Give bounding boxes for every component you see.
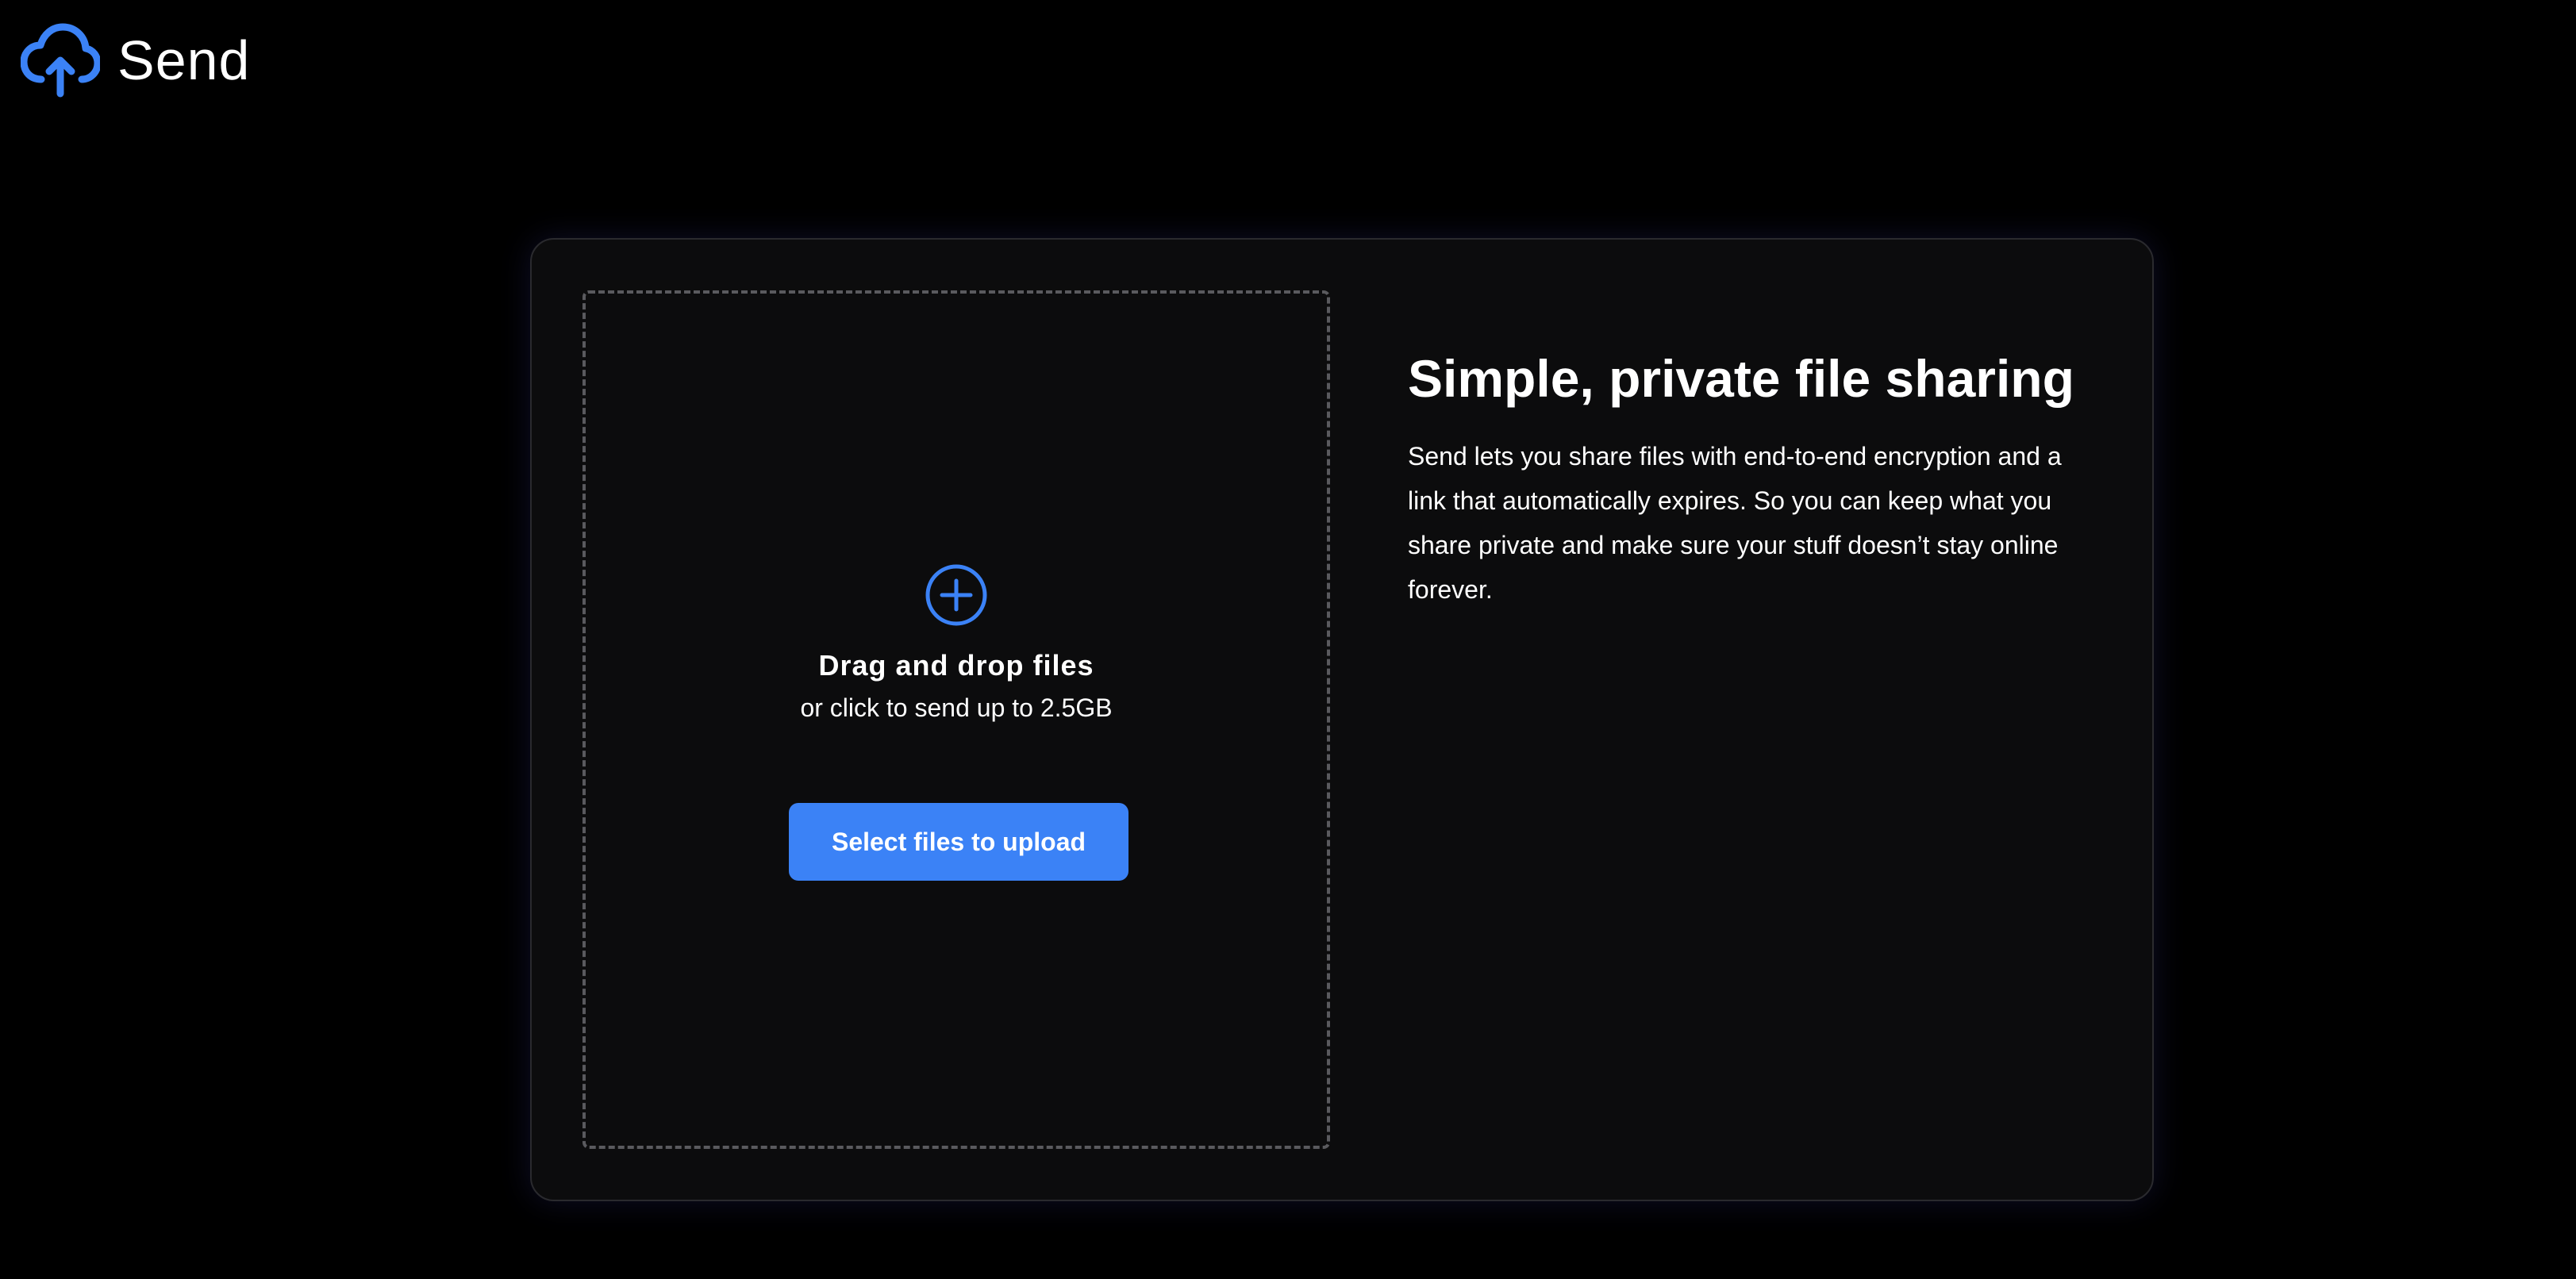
- dropzone-subtitle: or click to send up to 2.5GB: [800, 693, 1113, 722]
- plus-circle-icon: [925, 564, 987, 626]
- page-title: Simple, private file sharing: [1408, 349, 2074, 408]
- info-section: Simple, private file sharing Send lets y…: [1408, 348, 2090, 612]
- file-dropzone[interactable]: Drag and drop files or click to send up …: [582, 290, 1330, 1149]
- app-name[interactable]: Send: [117, 33, 250, 88]
- description-text: Send lets you share files with end-to-en…: [1408, 442, 2062, 605]
- select-files-button[interactable]: Select files to upload: [789, 803, 1128, 881]
- header: Send: [21, 22, 250, 98]
- upload-card: Drag and drop files or click to send up …: [530, 238, 2154, 1201]
- dropzone-title: Drag and drop files: [818, 649, 1094, 682]
- cloud-upload-icon[interactable]: [21, 22, 100, 98]
